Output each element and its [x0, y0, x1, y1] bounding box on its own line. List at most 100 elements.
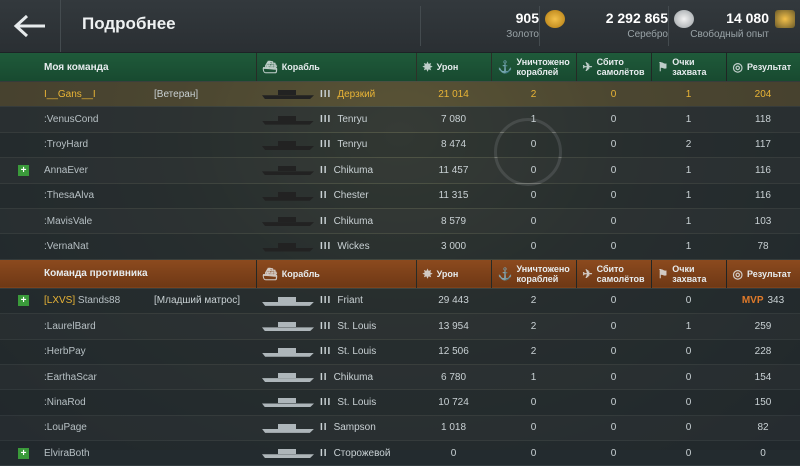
player-name: :HerbPay — [44, 339, 154, 365]
player-row[interactable]: :MavisVale II Chikuma 8 579 0 0 1 103 — [0, 208, 800, 235]
player-row[interactable]: :TroyHard III Tenryu 8 474 0 0 2 117 — [0, 132, 800, 159]
team-header: Команда противника ⛴ Корабль ✸ Урон ⚓ Уничт… — [0, 259, 800, 289]
ship-cell: III St. Louis — [256, 313, 416, 340]
damage-value: 1 018 — [416, 415, 491, 442]
planes-value: 0 — [576, 157, 651, 184]
ship-name: Sampson — [333, 422, 376, 434]
gold-label: Золото — [506, 29, 539, 40]
player-row[interactable]: I__Gans__I [Ветеран] III Дерзкий 21 014 … — [0, 81, 800, 108]
damage-value: 21 014 — [416, 81, 491, 108]
ship-name: Сторожевой — [333, 447, 391, 459]
planes-value: 0 — [576, 288, 651, 315]
player-row[interactable]: :VernaNat III Wickes 3 000 0 0 1 78 — [0, 233, 800, 260]
ship-cell: III Tenryu — [256, 106, 416, 133]
capture-value: 0 — [651, 389, 726, 416]
player-rank — [154, 233, 256, 260]
add-friend-icon[interactable]: + — [18, 164, 29, 176]
capture-value: 0 — [651, 415, 726, 442]
player-row[interactable]: :LouPage II Sampson 1 018 0 0 0 82 — [0, 415, 800, 442]
ship-silhouette-icon — [262, 321, 314, 332]
capture-value: 1 — [651, 81, 726, 108]
player-row[interactable]: :EarthaScar II Chikuma 6 780 1 0 0 154 — [0, 364, 800, 391]
ship-name: Дерзкий — [337, 88, 376, 100]
ship-icon: ⛴ — [262, 266, 278, 281]
player-name: :VernaNat — [44, 233, 154, 260]
result-value: 78 — [726, 233, 800, 260]
back-button[interactable] — [0, 0, 61, 52]
player-rank — [154, 364, 256, 391]
result-value: MVP 343 — [726, 288, 800, 315]
add-friend-cell — [0, 106, 44, 133]
add-friend-cell — [0, 339, 44, 365]
ship-cell: II Chester — [256, 183, 416, 209]
ship-tier: III — [320, 295, 332, 307]
clan-tag: [LXVS] — [44, 295, 76, 307]
arrow-left-icon — [13, 14, 45, 38]
medal-icon: ◎ — [732, 266, 743, 281]
capture-value: 1 — [651, 313, 726, 340]
result-value: 116 — [726, 157, 800, 184]
team-header: Моя команда ⛴ Корабль ✸ Урон ⚓ Уничтожено ко… — [0, 53, 800, 82]
add-friend-cell[interactable]: + — [0, 440, 44, 466]
col-planes: ✈ Сбито самолётов — [575, 259, 651, 289]
kills-value: 1 — [491, 106, 576, 133]
planes-value: 0 — [576, 415, 651, 442]
player-row[interactable]: :ThesaAlva II Chester 11 315 0 0 1 116 — [0, 183, 800, 209]
col-damage: ✸ Урон — [415, 53, 491, 82]
ship-silhouette-icon — [262, 216, 314, 227]
player-row[interactable]: + ElviraBoth II Сторожевой 0 0 0 0 0 — [0, 440, 800, 466]
ship-cell: III St. Louis — [256, 339, 416, 365]
add-friend-icon[interactable]: + — [18, 295, 29, 307]
ship-name: Chikuma — [333, 371, 374, 383]
player-row[interactable]: + [LXVS] Stands88 [Младший матрос] III F… — [0, 288, 800, 315]
team-title: Команда противника — [0, 259, 256, 289]
add-friend-cell[interactable]: + — [0, 157, 44, 184]
capture-value: 0 — [651, 364, 726, 391]
explosion-icon: ✸ — [422, 60, 433, 74]
ship-cell: II Chikuma — [256, 157, 416, 184]
player-row[interactable]: + AnnaEver II Chikuma 11 457 0 0 1 116 — [0, 157, 800, 184]
col-destroyed: ⚓ Уничтожено кораблей — [490, 259, 576, 289]
player-row[interactable]: :VenusCond III Tenryu 7 080 1 0 1 118 — [0, 106, 800, 133]
ship-name: Chester — [333, 190, 369, 202]
result-value: 0 — [726, 440, 800, 466]
capture-value: 1 — [651, 106, 726, 133]
ship-tier: II — [320, 422, 328, 434]
add-friend-cell — [0, 183, 44, 209]
ship-tier: III — [320, 320, 332, 332]
add-friend-icon[interactable]: + — [18, 447, 29, 459]
ship-tier: II — [320, 215, 328, 227]
result-value: 116 — [726, 183, 800, 209]
gold-value: 905 — [515, 10, 539, 26]
damage-value: 3 000 — [416, 233, 491, 260]
planes-value: 0 — [576, 313, 651, 340]
ship-cell: II Chikuma — [256, 208, 416, 235]
ship-silhouette-icon — [262, 165, 314, 176]
add-friend-cell — [0, 313, 44, 340]
capture-value: 0 — [651, 339, 726, 365]
player-name: :LouPage — [44, 415, 154, 442]
results-table: Моя команда ⛴ Корабль ✸ Урон ⚓ Уничтожено ко… — [0, 53, 800, 466]
player-rank — [154, 157, 256, 184]
col-ship: ⛴ Корабль — [255, 259, 416, 289]
damage-value: 11 457 — [416, 157, 491, 184]
ship-tier: III — [320, 396, 332, 408]
player-row[interactable]: :NinaRod III St. Louis 10 724 0 0 0 150 — [0, 389, 800, 416]
ship-name: Chikuma — [333, 164, 374, 176]
result-value: 103 — [726, 208, 800, 235]
player-row[interactable]: :HerbPay III St. Louis 12 506 2 0 0 228 — [0, 339, 800, 365]
col-result: ◎ Результат — [725, 259, 800, 289]
player-name: AnnaEver — [44, 157, 154, 184]
player-row[interactable]: :LaurelBard III St. Louis 13 954 2 0 1 2… — [0, 313, 800, 340]
add-friend-cell[interactable]: + — [0, 288, 44, 315]
ship-cell: II Sampson — [256, 415, 416, 442]
player-name: [LXVS] Stands88 — [44, 288, 154, 315]
mvp-badge: MVP — [741, 295, 764, 307]
planes-value: 0 — [576, 132, 651, 159]
ship-cell: III St. Louis — [256, 389, 416, 416]
result-value: 118 — [726, 106, 800, 133]
capture-value: 0 — [651, 440, 726, 466]
col-ship: ⛴ Корабль — [255, 53, 416, 82]
damage-value: 7 080 — [416, 106, 491, 133]
kills-value: 0 — [491, 233, 576, 260]
